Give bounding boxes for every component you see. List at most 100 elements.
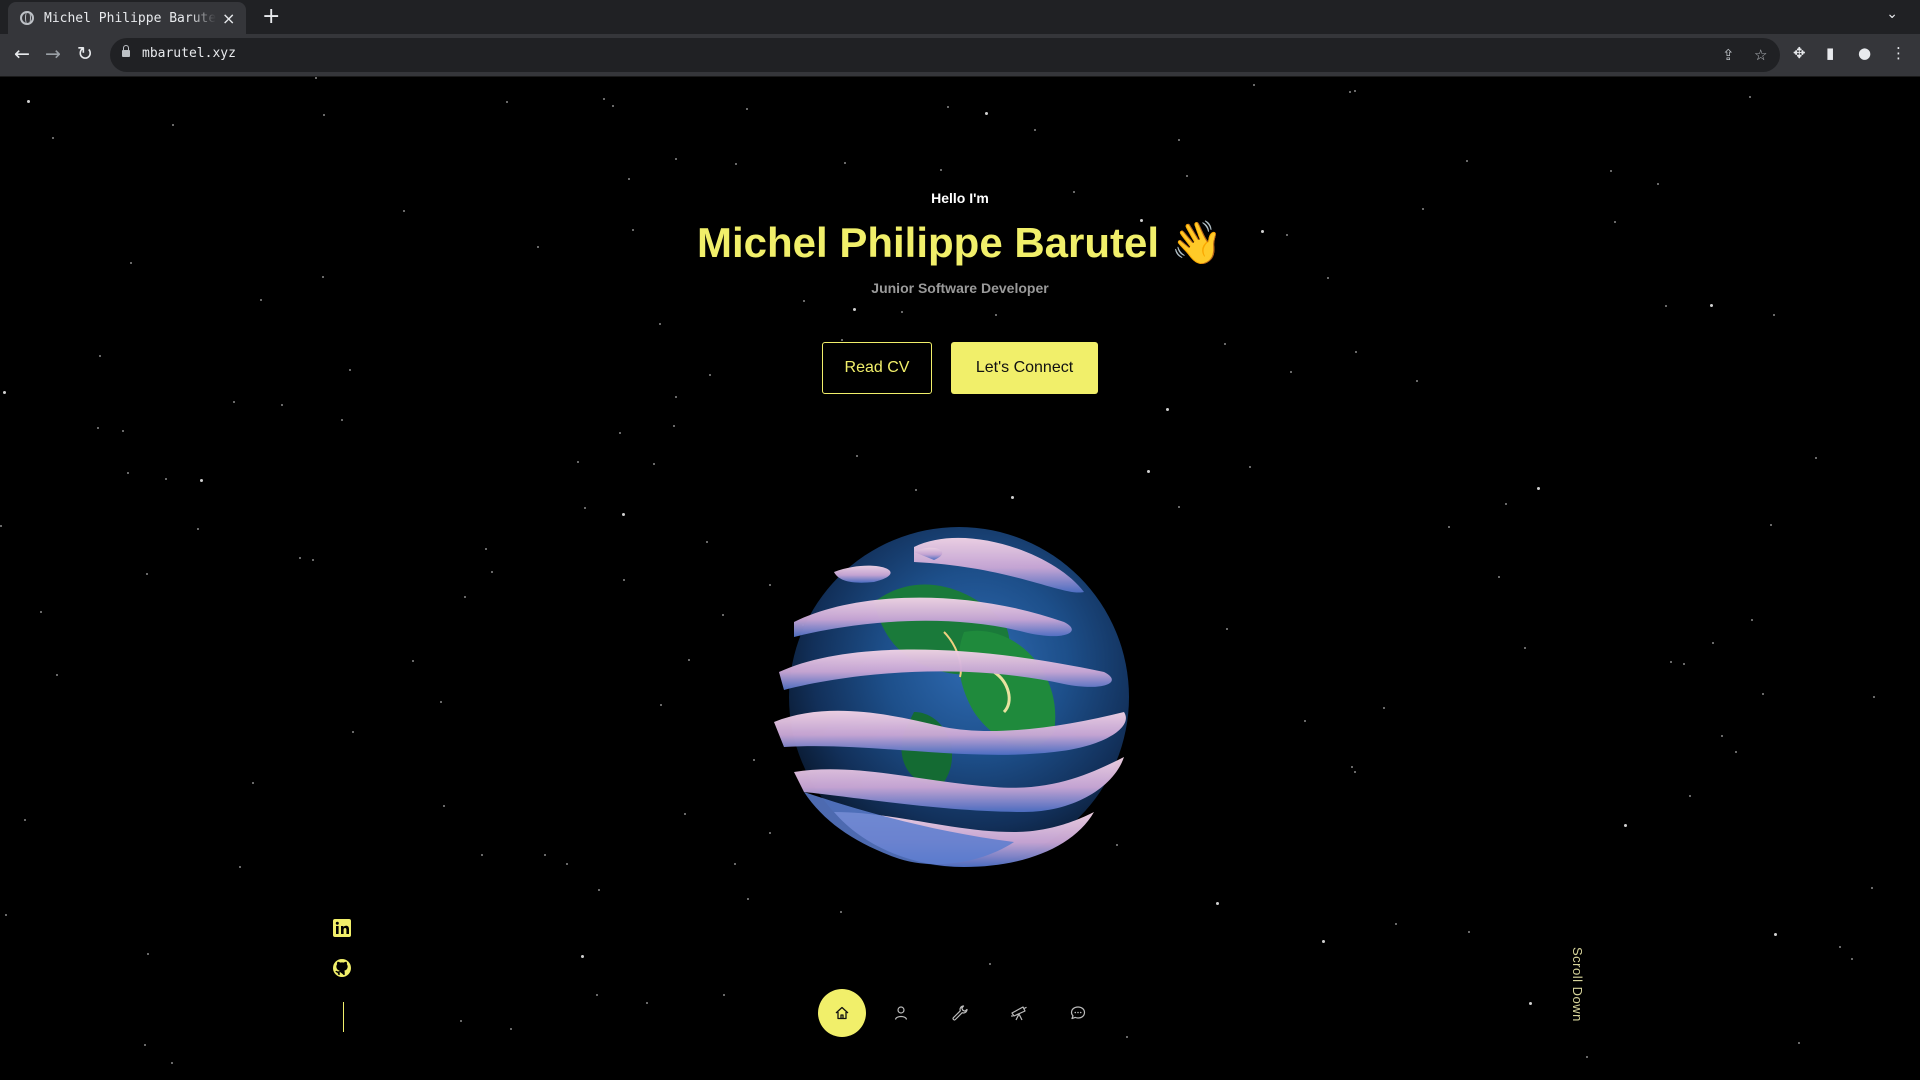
star-dot xyxy=(1670,661,1672,663)
star-dot xyxy=(1354,771,1356,773)
star-dot xyxy=(1735,751,1737,753)
star-dot xyxy=(1226,628,1228,630)
star-dot xyxy=(352,731,354,733)
star-dot xyxy=(1327,277,1329,279)
star-dot xyxy=(803,300,805,302)
read-cv-button[interactable]: Read CV xyxy=(822,342,932,394)
url-text[interactable]: mbarutel.xyz xyxy=(142,46,236,61)
star-dot xyxy=(27,100,30,103)
star-dot xyxy=(506,101,508,103)
forward-arrow-icon[interactable]: → xyxy=(41,42,65,66)
star-dot xyxy=(1395,923,1397,925)
side-panel-icon[interactable]: ▮ xyxy=(1826,44,1834,62)
lock-icon[interactable] xyxy=(122,45,130,57)
star-dot xyxy=(403,210,405,212)
share-icon[interactable]: ⇪ xyxy=(1722,46,1735,64)
star-dot xyxy=(1498,576,1500,578)
star-dot xyxy=(753,759,755,761)
star-dot xyxy=(660,704,662,706)
star-dot xyxy=(735,163,737,165)
star-dot xyxy=(1624,824,1627,827)
star-dot xyxy=(1354,90,1356,92)
star-dot xyxy=(1689,795,1691,797)
reload-icon[interactable]: ↻ xyxy=(73,42,97,66)
star-dot xyxy=(598,889,600,891)
star-dot xyxy=(1773,314,1775,316)
globe-favicon-icon xyxy=(20,11,34,25)
star-dot xyxy=(723,994,725,996)
address-bar[interactable]: mbarutel.xyz ⇪ ☆ xyxy=(110,38,1780,72)
star-dot xyxy=(722,614,724,616)
new-tab-icon[interactable]: + xyxy=(262,4,280,29)
star-dot xyxy=(544,854,546,856)
star-dot xyxy=(1774,933,1777,936)
telescope-icon xyxy=(1011,1006,1027,1021)
github-icon[interactable] xyxy=(332,958,352,978)
social-divider-line xyxy=(343,1002,344,1032)
nav-contact[interactable] xyxy=(1054,989,1102,1037)
star-dot xyxy=(596,994,598,996)
star-dot xyxy=(1710,304,1713,307)
back-arrow-icon[interactable]: ← xyxy=(10,42,34,66)
star-dot xyxy=(52,137,54,139)
browser-tab[interactable]: Michel Philippe Barutel × xyxy=(8,2,246,34)
star-dot xyxy=(200,479,203,482)
nav-home[interactable] xyxy=(818,989,866,1037)
star-dot xyxy=(1524,647,1526,649)
star-dot xyxy=(675,158,677,160)
star-dot xyxy=(619,432,621,434)
star-dot xyxy=(443,805,445,807)
star-dot xyxy=(24,819,26,821)
star-dot xyxy=(1586,1056,1588,1058)
star-dot xyxy=(1290,371,1292,373)
wrench-icon xyxy=(952,1005,968,1021)
star-dot xyxy=(747,898,749,900)
star-dot xyxy=(623,579,625,581)
star-dot xyxy=(581,955,584,958)
star-dot xyxy=(56,674,58,676)
close-tab-icon[interactable]: × xyxy=(222,9,235,28)
star-dot xyxy=(1186,175,1188,177)
profile-icon[interactable]: ● xyxy=(1858,44,1871,62)
star-dot xyxy=(1355,351,1357,353)
star-dot xyxy=(323,114,325,116)
star-dot xyxy=(709,374,711,376)
tab-search-chevron-icon[interactable]: ⌄ xyxy=(1886,6,1898,22)
star-dot xyxy=(1466,160,1468,162)
user-icon xyxy=(894,1006,908,1020)
nav-projects[interactable] xyxy=(995,989,1043,1037)
star-dot xyxy=(1537,487,1540,490)
kebab-menu-icon[interactable]: ⋮ xyxy=(1891,44,1906,62)
star-dot xyxy=(584,507,586,509)
scroll-down-link[interactable]: Scroll Down xyxy=(1570,947,1585,1022)
star-dot xyxy=(322,276,324,278)
lets-connect-button[interactable]: Let's Connect xyxy=(951,342,1098,394)
star-dot xyxy=(491,571,493,573)
star-dot xyxy=(1224,343,1226,345)
linkedin-icon[interactable] xyxy=(332,918,352,938)
star-bookmark-icon[interactable]: ☆ xyxy=(1754,46,1767,64)
star-dot xyxy=(684,813,686,815)
nav-about[interactable] xyxy=(877,989,925,1037)
star-dot xyxy=(3,391,6,394)
star-dot xyxy=(1505,503,1507,505)
star-dot xyxy=(485,548,487,550)
star-dot xyxy=(1749,96,1751,98)
star-dot xyxy=(853,308,856,311)
nav-skills[interactable] xyxy=(936,989,984,1037)
star-dot xyxy=(706,541,708,543)
star-dot xyxy=(1851,958,1853,960)
star-dot xyxy=(40,611,42,613)
star-dot xyxy=(127,472,129,474)
star-dot xyxy=(659,323,661,325)
extensions-puzzle-icon[interactable]: ✥ xyxy=(1793,44,1806,62)
star-dot xyxy=(675,396,677,398)
star-dot xyxy=(1249,466,1251,468)
star-dot xyxy=(688,659,690,661)
star-dot xyxy=(1166,408,1169,411)
star-dot xyxy=(1126,1036,1128,1038)
home-icon xyxy=(835,1006,849,1020)
star-dot xyxy=(940,169,942,171)
star-dot xyxy=(603,98,605,100)
star-dot xyxy=(1721,735,1723,737)
